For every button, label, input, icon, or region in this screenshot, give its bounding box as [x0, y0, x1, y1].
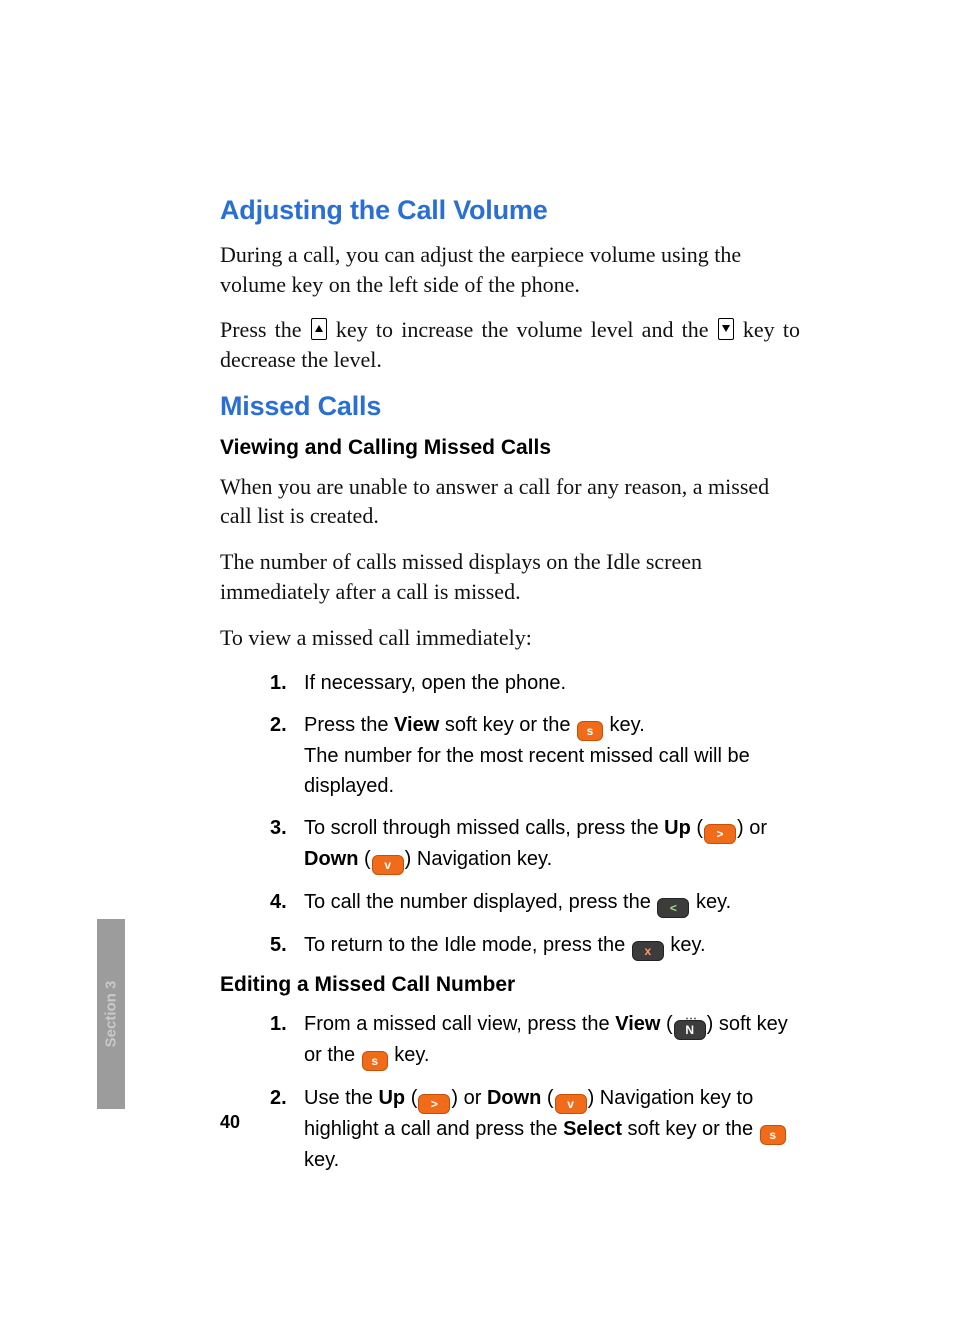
text: To call the number displayed, press the [304, 891, 656, 913]
subheading-editing-missed-number: Editing a Missed Call Number [220, 973, 800, 997]
step-number: 4. [270, 887, 287, 917]
list-item: 4. To call the number displayed, press t… [220, 887, 800, 918]
list-item: 2. Use the Up (>) or Down (v) Navigation… [220, 1083, 800, 1175]
step-number: 5. [270, 930, 287, 960]
text: Press the [304, 714, 394, 736]
section-tab: Section 3 [97, 919, 125, 1109]
text: ( [541, 1087, 553, 1109]
bold-text: Down [487, 1087, 541, 1109]
ok-key-icon: s [362, 1051, 388, 1071]
ok-key-icon: s [577, 721, 603, 741]
heading-missed-calls: Missed Calls [220, 391, 800, 422]
text: ( [691, 817, 703, 839]
paragraph: During a call, you can adjust the earpie… [220, 240, 800, 299]
bold-text: Select [563, 1118, 622, 1140]
bold-text: View [394, 714, 439, 736]
text: key. [304, 1149, 339, 1171]
list-item: 3. To scroll through missed calls, press… [220, 813, 800, 875]
step-number: 3. [270, 813, 287, 843]
list-item: 5. To return to the Idle mode, press the… [220, 930, 800, 961]
bold-text: Up [664, 817, 691, 839]
step-number: 1. [270, 668, 287, 698]
nav-down-key-icon: v [555, 1094, 587, 1114]
heading-adjusting-call-volume: Adjusting the Call Volume [220, 195, 800, 226]
text: ( [358, 848, 370, 870]
steps-list-b: 1. From a missed call view, press the Vi… [220, 1009, 800, 1175]
nav-down-key-icon: v [372, 855, 404, 875]
end-key-icon: x [632, 941, 664, 961]
text: Press the [220, 317, 310, 342]
page-content: Adjusting the Call Volume During a call,… [220, 195, 800, 1187]
subheading-viewing-calling-missed: Viewing and Calling Missed Calls [220, 436, 800, 460]
steps-list-a: 1. If necessary, open the phone. 2. Pres… [220, 668, 800, 961]
text: ( [660, 1013, 672, 1035]
text: key. [389, 1044, 430, 1066]
text: key. [665, 934, 706, 956]
call-key-icon: < [657, 898, 689, 918]
step-number: 1. [270, 1009, 287, 1039]
section-tab-label: Section 3 [103, 981, 120, 1048]
manual-page: Section 3 Adjusting the Call Volume Duri… [0, 0, 954, 1319]
step-number: 2. [270, 1083, 287, 1113]
volume-up-key-icon [311, 318, 327, 340]
volume-down-key-icon [718, 318, 734, 340]
text: Use the [304, 1087, 378, 1109]
paragraph: When you are unable to answer a call for… [220, 472, 800, 531]
text: ) or [737, 817, 767, 839]
text: key. [690, 891, 731, 913]
list-item: 1. From a missed call view, press the Vi… [220, 1009, 800, 1071]
text: To return to the Idle mode, press the [304, 934, 631, 956]
bold-text: View [615, 1013, 660, 1035]
step-number: 2. [270, 710, 287, 740]
menu-soft-key-icon: N [674, 1020, 706, 1040]
text: soft key or the [439, 714, 576, 736]
list-item: 1. If necessary, open the phone. [220, 668, 800, 698]
text: key to increase the volume level and the [328, 317, 717, 342]
text: key. [604, 714, 645, 736]
text: If necessary, open the phone. [304, 672, 566, 694]
nav-up-key-icon: > [704, 824, 736, 844]
bold-text: Up [378, 1087, 405, 1109]
paragraph: To view a missed call immediately: [220, 623, 800, 653]
text: ( [405, 1087, 417, 1109]
list-item: 2. Press the View soft key or the s key.… [220, 710, 800, 801]
text: ) Navigation key. [405, 848, 552, 870]
text: The number for the most recent missed ca… [304, 745, 750, 797]
paragraph: Press the key to increase the volume lev… [220, 315, 800, 374]
page-number: 40 [220, 1112, 240, 1133]
text: To scroll through missed calls, press th… [304, 817, 664, 839]
bold-text: Down [304, 848, 358, 870]
ok-key-icon: s [760, 1125, 786, 1145]
text: ) or [451, 1087, 487, 1109]
paragraph: The number of calls missed displays on t… [220, 547, 800, 606]
nav-up-key-icon: > [418, 1094, 450, 1114]
text: soft key or the [622, 1118, 759, 1140]
text: From a missed call view, press the [304, 1013, 615, 1035]
